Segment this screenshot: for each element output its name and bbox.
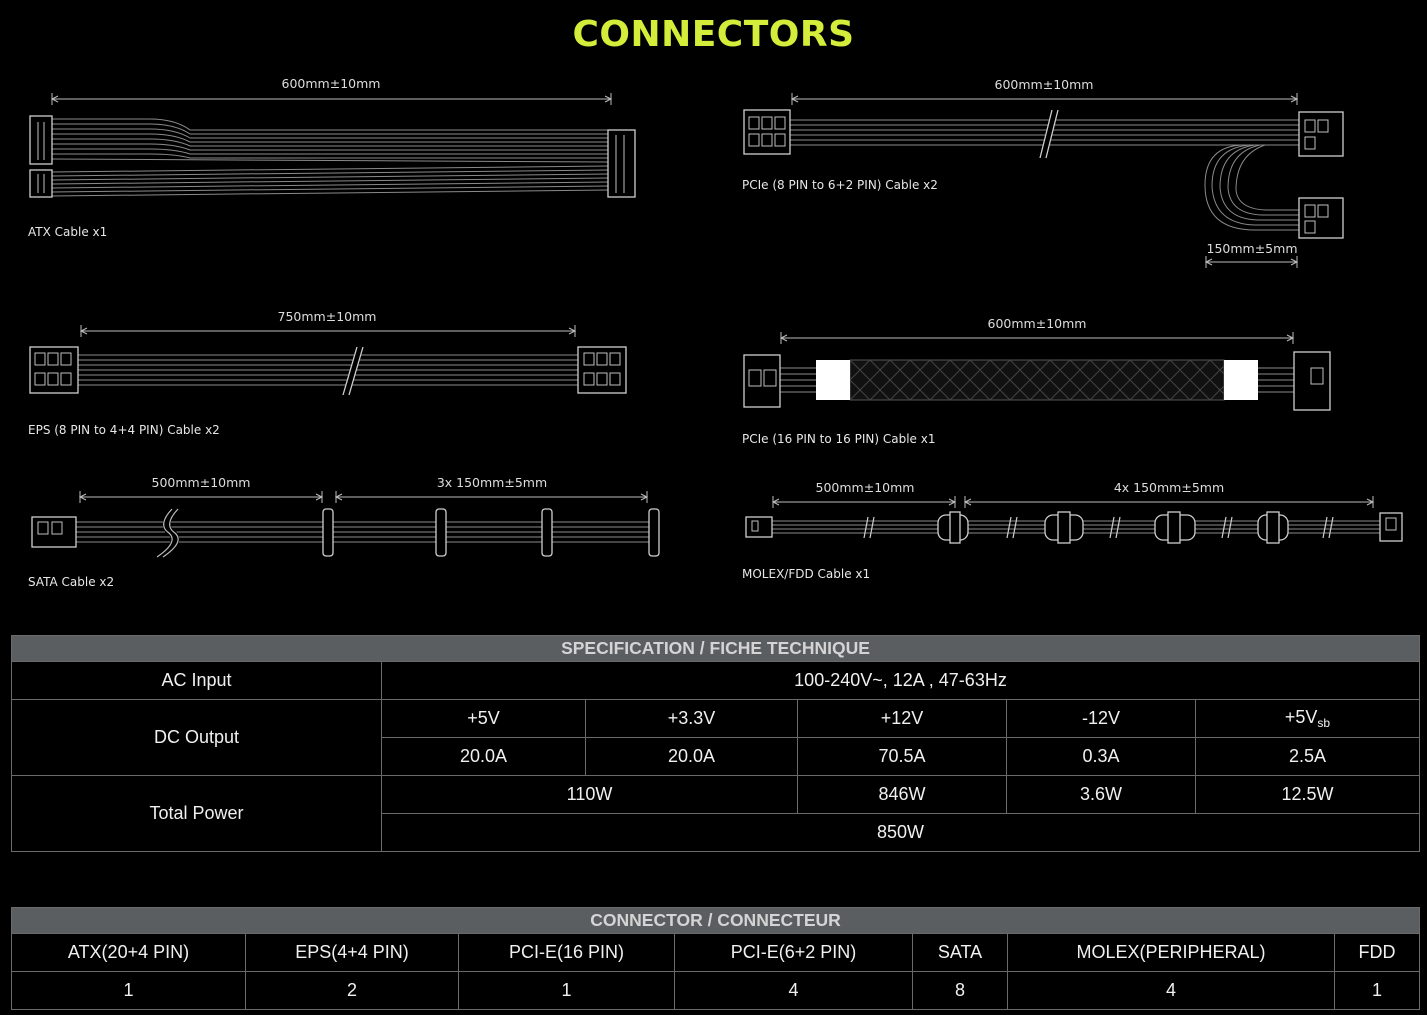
rail-5vsb: +5Vsb <box>1194 699 1421 738</box>
pcie-62-caption: PCIe (8 PIN to 6+2 PIN) Cable x2 <box>742 178 938 192</box>
molex-cable-drawing: 500mm±10mm 4x 150mm±5mm MOLEX/FDD Cable … <box>742 480 1403 581</box>
sata-length-label: 500mm±10mm <box>152 475 251 490</box>
molex-branch-label: 4x 150mm±5mm <box>1114 480 1224 495</box>
molex-caption: MOLEX/FDD Cable x1 <box>742 567 870 581</box>
connector-count-molex: 4 <box>1007 971 1335 1010</box>
connector-count-fdd: 1 <box>1333 971 1421 1010</box>
connector-count-atx: 1 <box>11 971 246 1010</box>
connector-col-molex: MOLEX(PERIPHERAL) <box>1007 933 1335 972</box>
current-5vsb: 2.5A <box>1194 737 1421 776</box>
connector-col-sata: SATA <box>912 933 1008 972</box>
rail-5vsb-sub: sb <box>1317 716 1331 730</box>
power-5vsb: 12.5W <box>1194 775 1421 814</box>
current-5v: 20.0A <box>381 737 586 776</box>
eps-cable-drawing: 750mm±10mm EPS (8 PIN to 4+4 PIN) Cable … <box>28 309 627 437</box>
current-minus-12v: 0.3A <box>1006 737 1196 776</box>
sata-branch-label: 3x 150mm±5mm <box>437 475 547 490</box>
connector-count-eps: 2 <box>245 971 459 1010</box>
pcie-62-length-label: 600mm±10mm <box>995 77 1094 92</box>
total-power-label: Total Power <box>11 775 382 852</box>
eps-caption: EPS (8 PIN to 4+4 PIN) Cable x2 <box>28 423 220 437</box>
connector-count-pcie-62: 4 <box>674 971 913 1010</box>
connector-col-atx: ATX(20+4 PIN) <box>11 933 246 972</box>
ac-input-label: AC Input <box>11 661 382 700</box>
rail-12v: +12V <box>797 699 1007 738</box>
pcie-16-caption: PCIe (16 PIN to 16 PIN) Cable x1 <box>742 432 936 446</box>
rail-3v3: +3.3V <box>585 699 798 738</box>
power-minus-12v: 3.6W <box>1006 775 1196 814</box>
power-5v-3v3: 110W <box>381 775 798 814</box>
pcie-62-cable-drawing: 600mm±10mm 150mm±5mm PCIe (8 PIN to 6+2 … <box>742 77 1344 268</box>
current-3v3: 20.0A <box>585 737 798 776</box>
connector-count-sata: 8 <box>912 971 1008 1010</box>
dc-output-label: DC Output <box>11 699 382 776</box>
eps-length-label: 750mm±10mm <box>278 309 377 324</box>
atx-cable-drawing: 600mm±10mm ATX Cable x1 <box>28 76 636 239</box>
specification-table: SPECIFICATION / FICHE TECHNIQUE AC Input… <box>10 635 1421 852</box>
atx-length-label: 600mm±10mm <box>282 76 381 91</box>
spec-header: SPECIFICATION / FICHE TECHNIQUE <box>10 635 1421 662</box>
current-12v: 70.5A <box>797 737 1007 776</box>
connector-col-pcie-16: PCI-E(16 PIN) <box>458 933 675 972</box>
pcie-16-cable-drawing: 600mm±10mm PCIe (16 PIN to 16 PIN) Cable… <box>742 316 1331 446</box>
connector-col-eps: EPS(4+4 PIN) <box>245 933 459 972</box>
pcie-16-length-label: 600mm±10mm <box>988 316 1087 331</box>
pcie-62-branch-label: 150mm±5mm <box>1207 241 1298 256</box>
connector-header: CONNECTOR / CONNECTEUR <box>10 907 1421 934</box>
rail-minus-12v: -12V <box>1006 699 1196 738</box>
power-12v: 846W <box>797 775 1007 814</box>
rail-5v: +5V <box>381 699 586 738</box>
sata-cable-drawing: 500mm±10mm 3x 150mm±5mm SATA Cable x2 <box>28 475 660 589</box>
connector-col-fdd: FDD <box>1333 933 1421 972</box>
connector-table: CONNECTOR / CONNECTEUR ATX(20+4 PIN) EPS… <box>10 907 1421 1010</box>
connector-col-pcie-62: PCI-E(6+2 PIN) <box>674 933 913 972</box>
rail-5vsb-main: +5V <box>1284 707 1318 727</box>
connector-count-pcie-16: 1 <box>458 971 675 1010</box>
sata-caption: SATA Cable x2 <box>28 575 114 589</box>
cable-drawings: 600mm±10mm ATX Cable x1 600mm±10mm 150mm… <box>28 76 1403 589</box>
total-power-value: 850W <box>380 813 1421 852</box>
ac-input-value: 100-240V~, 12A , 47-63Hz <box>380 661 1421 700</box>
atx-caption: ATX Cable x1 <box>28 225 107 239</box>
molex-length-label: 500mm±10mm <box>816 480 915 495</box>
